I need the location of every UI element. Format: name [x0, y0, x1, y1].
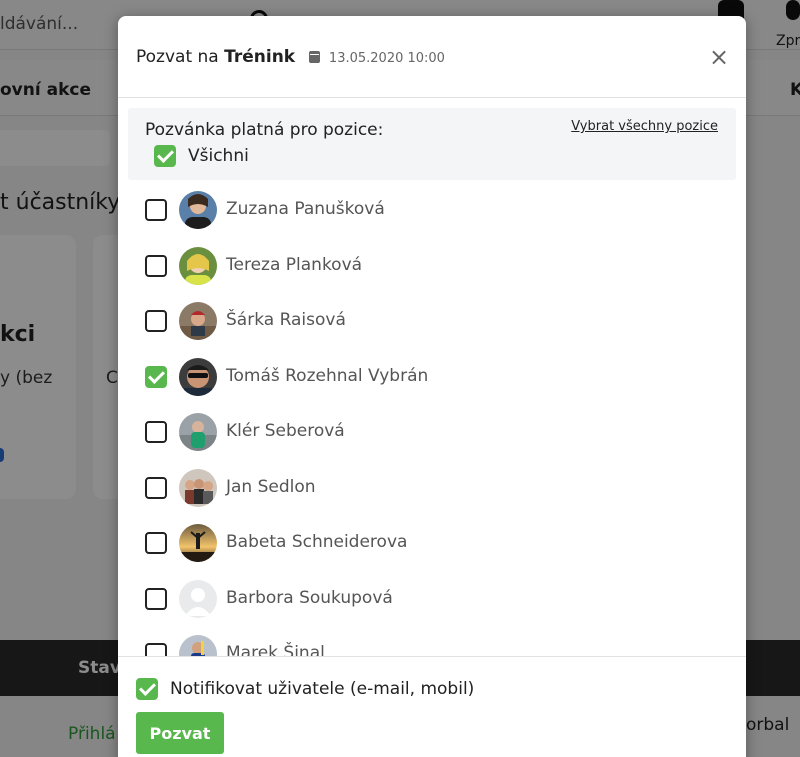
member-name[interactable]: Marek Šinal [226, 643, 325, 656]
member-row[interactable]: Babeta Schneiderova [118, 523, 746, 578]
modal-footer: Notifikovat uživatele (e-mail, mobil) Po… [118, 656, 746, 757]
invite-modal: Pozvat na Trénink 13.05.2020 10:00 × Poz… [118, 16, 746, 757]
member-checkbox[interactable] [145, 421, 167, 443]
member-checkbox[interactable] [145, 476, 167, 499]
avatar [179, 357, 217, 396]
member-checkbox[interactable] [145, 199, 167, 221]
member-checkbox[interactable] [145, 643, 167, 656]
avatar [179, 191, 217, 229]
avatar [179, 524, 217, 562]
member-row[interactable]: Zuzana Panušková [118, 190, 746, 245]
member-checkbox[interactable] [145, 532, 167, 554]
member-name[interactable]: Tereza Planková [226, 255, 362, 275]
notify-checkbox[interactable] [136, 678, 158, 700]
member-checkbox[interactable] [145, 310, 167, 332]
notify-label[interactable]: Notifikovat uživatele (e-mail, mobil) [170, 679, 474, 699]
all-positions-label[interactable]: Všichni [188, 146, 249, 166]
invite-button[interactable]: Pozvat [136, 712, 224, 754]
avatar [179, 413, 217, 451]
member-row[interactable]: Barbora Soukupová [118, 579, 746, 634]
avatar [179, 302, 217, 340]
avatar [179, 468, 217, 507]
member-checkbox[interactable] [145, 365, 167, 388]
member-row[interactable]: Jan Sedlon [118, 468, 746, 523]
member-row[interactable]: Tomáš Rozehnal Vybrán [118, 357, 746, 412]
member-name[interactable]: Zuzana Panušková [226, 199, 385, 219]
member-name[interactable]: Šárka Raisová [226, 310, 346, 330]
close-button[interactable]: × [708, 44, 730, 70]
member-name[interactable]: Tomáš Rozehnal Vybrán [226, 366, 428, 386]
select-all-positions-link[interactable]: Vybrat všechny pozice [571, 119, 718, 134]
member-name[interactable]: Klér Seberová [226, 421, 345, 441]
title-prefix: Pozvat na [136, 47, 219, 67]
modal-header: Pozvat na Trénink 13.05.2020 10:00 × [118, 16, 746, 98]
member-row[interactable]: Šárka Raisová [118, 301, 746, 356]
positions-panel: Pozvánka platná pro pozice: Vybrat všech… [128, 108, 736, 180]
member-row[interactable]: Tereza Planková [118, 246, 746, 301]
avatar [179, 635, 217, 656]
member-checkbox[interactable] [145, 587, 167, 610]
positions-label: Pozvánka platná pro pozice: [145, 120, 384, 140]
member-checkbox[interactable] [145, 254, 167, 277]
member-row[interactable]: Klér Seberová [118, 412, 746, 467]
member-row[interactable]: Marek Šinal [118, 634, 746, 656]
event-datetime: 13.05.2020 10:00 [328, 51, 445, 66]
member-list: Zuzana Panušková Tereza Planková Šárka Rai… [118, 181, 746, 656]
calendar-icon [308, 51, 320, 63]
member-name[interactable]: Barbora Soukupová [226, 588, 393, 608]
avatar [179, 579, 217, 618]
member-name[interactable]: Jan Sedlon [226, 477, 316, 497]
avatar [179, 246, 217, 285]
all-positions-checkbox[interactable] [154, 145, 176, 167]
event-name: Trénink [224, 47, 296, 67]
member-name[interactable]: Babeta Schneiderova [226, 532, 407, 552]
modal-title: Pozvat na Trénink 13.05.2020 10:00 [136, 47, 445, 67]
